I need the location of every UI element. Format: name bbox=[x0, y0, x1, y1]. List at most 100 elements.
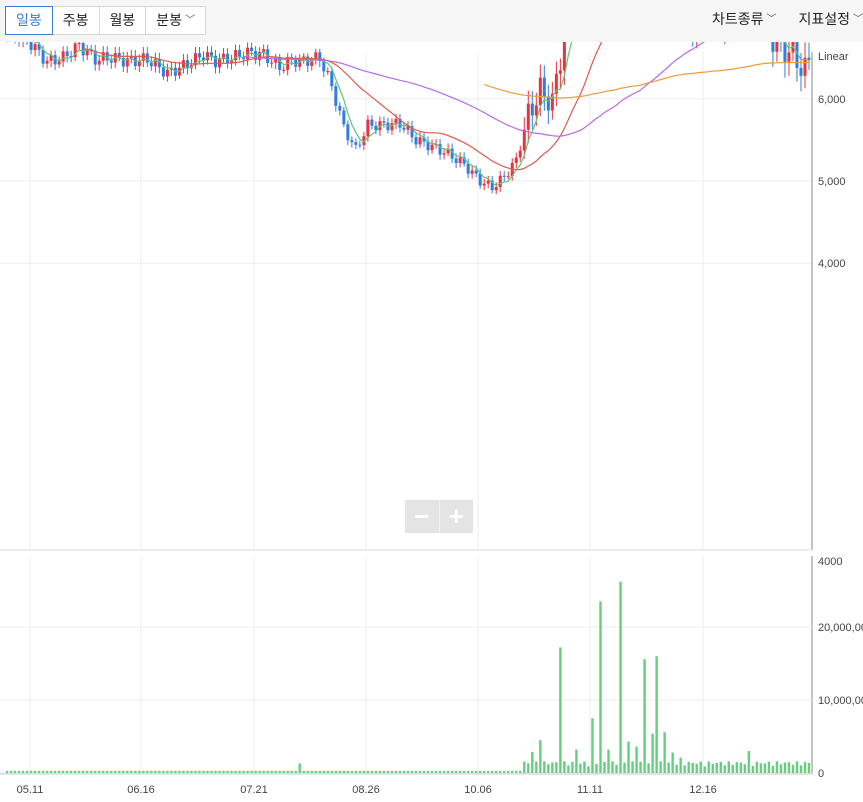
scale-type-label: Linear bbox=[818, 51, 849, 63]
candle-body bbox=[250, 47, 254, 52]
volume-bar bbox=[422, 770, 426, 773]
volume-bar bbox=[531, 751, 534, 773]
volume-bar bbox=[683, 765, 686, 773]
volume-bar bbox=[547, 764, 550, 773]
volume-bar bbox=[499, 770, 502, 773]
volume-bar bbox=[675, 764, 678, 773]
candle-body bbox=[518, 150, 522, 158]
price-tick-label: 5,000 bbox=[818, 176, 846, 188]
x-tick-label: 05.11 bbox=[17, 784, 44, 796]
volume-bar bbox=[242, 770, 245, 773]
volume-bar bbox=[595, 763, 598, 773]
period-daily-button[interactable]: 일봉 bbox=[5, 6, 53, 35]
minus-icon: − bbox=[414, 501, 430, 531]
volume-bar bbox=[170, 770, 173, 773]
volume-bar bbox=[450, 770, 454, 773]
volume-bar bbox=[114, 770, 117, 773]
period-weekly-button[interactable]: 주봉 bbox=[52, 6, 100, 35]
volume-bar bbox=[65, 770, 69, 773]
candle-body bbox=[771, 42, 775, 52]
volume-bar bbox=[226, 770, 229, 773]
volume-bar bbox=[474, 770, 478, 773]
indicator-settings-label: 지표설정 bbox=[798, 11, 850, 27]
volume-bar bbox=[266, 770, 269, 773]
volume-bar bbox=[402, 770, 406, 773]
volume-bar bbox=[655, 656, 658, 773]
volume-bar bbox=[639, 761, 642, 773]
volume-bar bbox=[330, 770, 334, 773]
volume-bar bbox=[29, 770, 33, 773]
volume-bar bbox=[254, 770, 257, 773]
period-monthly-label: 월봉 bbox=[109, 12, 136, 28]
period-minute-dropdown[interactable]: 분봉 ﹀ bbox=[146, 6, 207, 35]
volume-bar bbox=[98, 770, 101, 773]
volume-bar bbox=[154, 770, 157, 773]
candle-body bbox=[334, 86, 338, 106]
volume-bar bbox=[362, 770, 366, 773]
candle-body bbox=[458, 157, 462, 164]
volume-bar bbox=[374, 770, 378, 773]
volume-bar bbox=[535, 761, 538, 773]
volume-bar bbox=[507, 770, 510, 773]
volume-bar bbox=[358, 770, 362, 773]
volume-bar bbox=[386, 770, 390, 773]
period-monthly-button[interactable]: 월봉 bbox=[99, 6, 147, 35]
volume-bar bbox=[222, 770, 225, 773]
volume-bar bbox=[130, 770, 133, 773]
zoom-out-button[interactable]: − bbox=[405, 500, 440, 533]
volume-bar bbox=[426, 770, 430, 773]
volume-bar bbox=[482, 770, 486, 773]
x-tick-label: 12.16 bbox=[689, 784, 717, 796]
volume-bar bbox=[77, 770, 81, 773]
candle-body bbox=[33, 44, 37, 51]
volume-bar bbox=[382, 770, 386, 773]
chevron-down-icon: ﹀ bbox=[853, 14, 863, 25]
candle-body bbox=[226, 53, 230, 64]
candle-body bbox=[145, 53, 149, 63]
volume-bar bbox=[25, 770, 29, 773]
chart-type-dropdown[interactable]: 차트종류 ﹀ bbox=[712, 6, 777, 33]
volume-bar bbox=[755, 761, 759, 773]
price-tick-label: 4,000 bbox=[818, 258, 846, 270]
volume-bar bbox=[631, 761, 634, 773]
candle-body bbox=[478, 173, 482, 186]
candle-body bbox=[77, 43, 81, 45]
candle-body bbox=[466, 163, 470, 174]
volume-bar bbox=[354, 770, 358, 773]
volume-bar bbox=[5, 770, 9, 773]
candle-body bbox=[354, 142, 358, 145]
volume-bar bbox=[799, 765, 803, 773]
candle-body bbox=[302, 56, 306, 58]
candle-body bbox=[45, 60, 49, 64]
volume-bar bbox=[466, 770, 470, 773]
volume-bar bbox=[250, 770, 253, 773]
volume-bar bbox=[739, 762, 743, 773]
volume-bar bbox=[679, 757, 682, 773]
volume-bar bbox=[711, 763, 714, 773]
volume-bar bbox=[591, 718, 594, 773]
candle-body bbox=[418, 137, 422, 145]
volume-bar bbox=[258, 770, 261, 773]
volume-bar bbox=[230, 770, 233, 773]
volume-bar bbox=[366, 770, 370, 773]
volume-bar bbox=[346, 770, 350, 773]
volume-bar bbox=[262, 770, 265, 773]
zoom-in-button[interactable]: + bbox=[440, 500, 474, 533]
candle-body bbox=[534, 105, 538, 116]
volume-bar bbox=[13, 770, 17, 773]
stock-chart[interactable]: 05.11 06.16 07.21 08.26 10.06 11.11 12.16 4,000… bbox=[0, 42, 863, 802]
volume-bar bbox=[462, 770, 466, 773]
volume-bar bbox=[286, 770, 289, 773]
candle-body bbox=[41, 49, 45, 64]
candle-body bbox=[57, 61, 61, 65]
volume-bar bbox=[695, 763, 698, 773]
volume-bar bbox=[110, 770, 113, 773]
volume-bar bbox=[182, 770, 185, 773]
volume-bar bbox=[803, 761, 807, 773]
volume-bar bbox=[17, 770, 21, 773]
candle-body bbox=[326, 71, 330, 73]
candle-body bbox=[105, 52, 109, 61]
volume-bar bbox=[635, 746, 638, 773]
volume-bar bbox=[61, 770, 65, 773]
indicator-settings-dropdown[interactable]: 지표설정 ﹀ bbox=[798, 6, 863, 33]
